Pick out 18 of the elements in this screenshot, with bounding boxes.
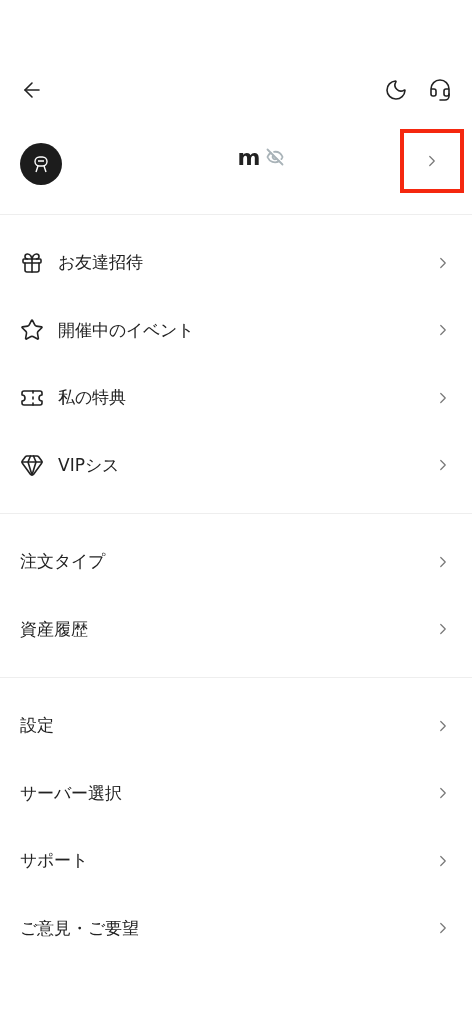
menu-item-label[interactable]: お友達招待 <box>58 251 420 275</box>
diamond-icon <box>20 453 44 478</box>
user-name: m <box>237 144 261 170</box>
menu-item-label[interactable]: ご意見・ご要望 <box>20 916 420 940</box>
menu-item-label[interactable]: サーバー選択 <box>20 781 420 805</box>
menu-item-label[interactable]: 私の特典 <box>58 386 420 410</box>
gift-icon <box>20 250 44 275</box>
menu-item-label[interactable]: サポート <box>20 849 420 873</box>
avatar <box>20 143 62 185</box>
profile-chevron-button[interactable] <box>400 129 464 193</box>
menu-item-label[interactable]: 開催中のイベント <box>58 318 420 342</box>
menu-item-label[interactable]: 設定 <box>20 714 420 738</box>
moon-icon[interactable] <box>384 78 408 102</box>
menu-item-label[interactable]: 注文タイプ <box>20 550 420 574</box>
menu-item-label[interactable]: 資産履歴 <box>20 617 420 641</box>
menu-item-label[interactable]: VIPシス <box>58 453 420 477</box>
star-icon <box>20 318 44 343</box>
headset-icon[interactable] <box>428 78 452 102</box>
